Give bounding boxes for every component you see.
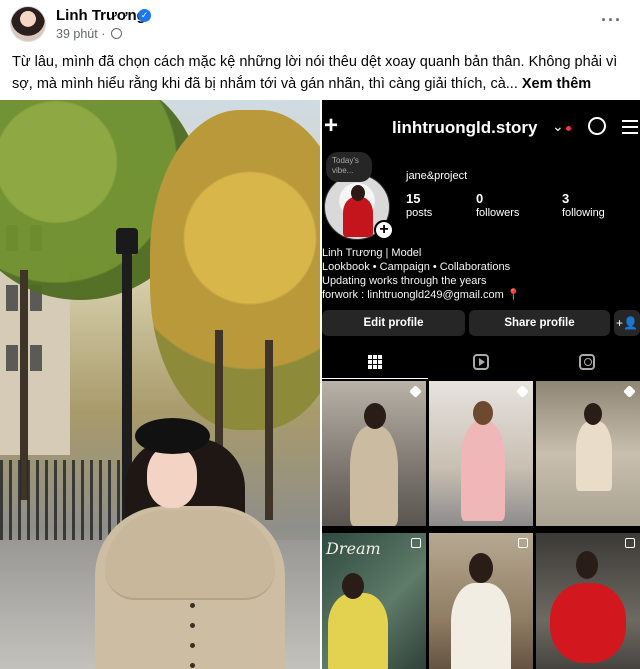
bio-line: Linh Trương | Model: [322, 247, 422, 259]
bio-line: forwork : linhtruongld249@gmail.com 📍: [322, 289, 521, 301]
bio-line: Lookbook • Campaign • Collaborations: [322, 261, 511, 273]
chevron-down-icon: ⌄: [552, 118, 564, 134]
pin-icon: 📍: [506, 289, 521, 301]
ig-threads-handle: jane&project: [406, 170, 468, 182]
instagram-profile-screenshot[interactable]: + linhtruongld.story ⌄ Today's vibe... +…: [322, 100, 640, 669]
pinned-icon: [516, 385, 529, 398]
post-photo-left[interactable]: [0, 100, 320, 669]
tree-illustration: [150, 110, 320, 430]
post-caption: Từ lâu, mình đã chọn cách mặc kệ những l…: [12, 51, 632, 95]
grid-tile: [429, 533, 533, 669]
ig-bio: Linh Trương | Model Lookbook • Campaign …: [322, 246, 638, 302]
hamburger-menu-icon: [622, 120, 638, 134]
threads-icon: [588, 117, 606, 135]
ig-photo-grid: Dream: [322, 381, 640, 669]
post-meta: 39 phút ·: [56, 27, 122, 41]
reels-icon: [473, 354, 489, 370]
grid-tile: [536, 533, 640, 669]
bio-line: Updating works through the years: [322, 275, 487, 287]
ig-stat-posts: 15 posts: [406, 191, 433, 219]
ig-note-bubble: Today's vibe...: [326, 152, 372, 182]
grid-tile: Dream: [322, 533, 426, 669]
grid-icon: [368, 355, 382, 369]
more-options-icon[interactable]: ···: [601, 10, 622, 31]
edit-profile-button: Edit profile: [322, 310, 465, 336]
tab-grid: [322, 345, 428, 379]
plus-icon: +: [324, 112, 339, 139]
ig-username: linhtruongld.story: [392, 118, 538, 137]
post-header: Linh Trương ✓ 39 phút · ···: [0, 0, 640, 48]
multiple-photos-icon: [411, 538, 421, 548]
post-time[interactable]: 39 phút: [56, 27, 98, 41]
meta-separator: ·: [101, 27, 106, 41]
ig-stat-following: 3 following: [562, 191, 605, 219]
verified-badge-icon: ✓: [138, 9, 151, 22]
multiple-photos-icon: [625, 538, 635, 548]
grid-tile: [322, 381, 426, 526]
tagged-icon: [579, 354, 595, 370]
ig-stat-followers: 0 followers: [476, 191, 520, 219]
tab-reels: [428, 345, 534, 379]
pinned-icon: [409, 385, 422, 398]
notification-dot: [566, 126, 571, 131]
share-profile-button: Share profile: [469, 310, 610, 336]
ig-tabs: [322, 345, 640, 379]
multiple-photos-icon: [518, 538, 528, 548]
author-avatar[interactable]: [10, 6, 46, 42]
street-lamp-head: [116, 228, 138, 254]
grid-tile: [429, 381, 533, 526]
tab-tagged: [534, 345, 640, 379]
pinned-icon: [623, 385, 636, 398]
globe-icon[interactable]: [110, 28, 122, 39]
grid-tile: [536, 381, 640, 526]
author-name[interactable]: Linh Trương: [56, 7, 146, 24]
add-story-icon: +: [374, 220, 394, 240]
model-figure: [95, 418, 295, 669]
dream-text: Dream: [326, 539, 381, 558]
ig-top-bar: + linhtruongld.story ⌄: [322, 100, 640, 156]
see-more-link[interactable]: Xem thêm: [522, 76, 591, 92]
add-person-icon: +👤: [614, 310, 640, 336]
